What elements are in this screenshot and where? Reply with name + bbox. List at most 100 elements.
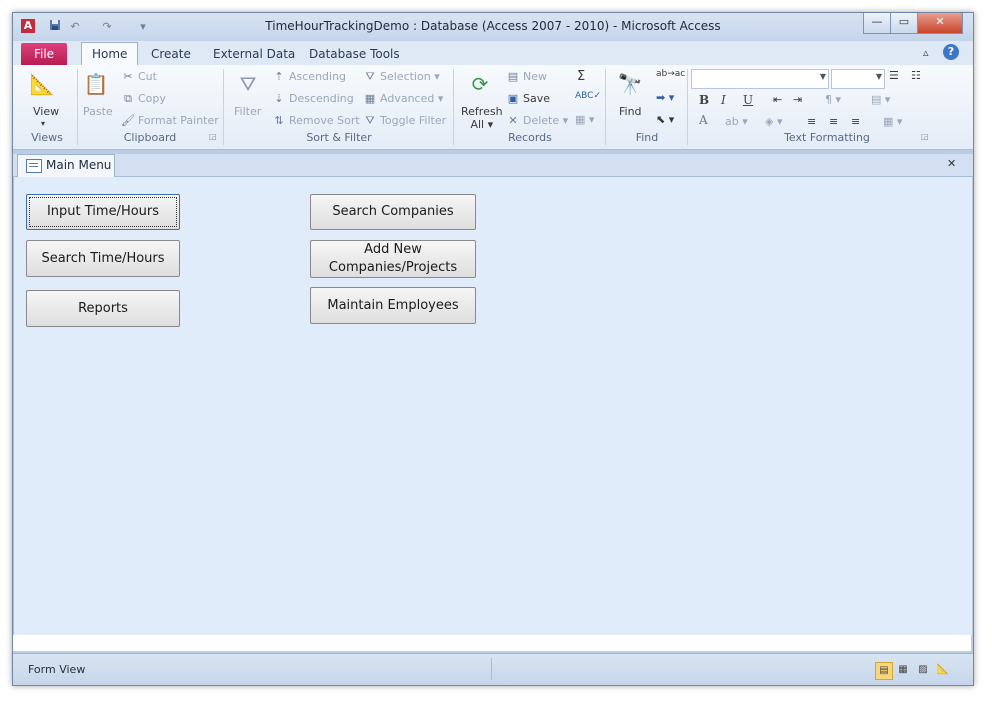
new-record-button[interactable]: ▤ New xyxy=(506,70,547,84)
select-icon[interactable]: ⬉ ▾ xyxy=(656,113,674,126)
maintain-employees-button[interactable]: Maintain Employees xyxy=(310,287,476,324)
refresh-all-button[interactable]: Refresh All ▾ xyxy=(461,105,503,131)
status-view-text: Form View xyxy=(28,663,86,676)
close-button[interactable]: ✕ xyxy=(917,13,963,34)
remove-sort-button[interactable]: ⇅ Remove Sort xyxy=(272,114,359,128)
form-view-icon[interactable]: ▤ xyxy=(875,662,893,680)
align-left-icon[interactable]: ≡ xyxy=(807,115,816,128)
filter-button[interactable]: Filter xyxy=(234,105,261,118)
minimize-ribbon-icon[interactable]: ▵ xyxy=(923,46,929,59)
tab-create[interactable]: Create xyxy=(141,43,201,65)
font-name-combo[interactable]: ▼ xyxy=(691,69,829,89)
alternate-row-icon[interactable]: ▦ ▾ xyxy=(883,115,902,128)
more-records-icon[interactable]: ▦ ▾ xyxy=(575,113,594,126)
sort-descending-icon: ⇣ xyxy=(274,92,284,105)
highlight-icon[interactable]: ab ▾ xyxy=(725,115,748,128)
tab-database-tools[interactable]: Database Tools xyxy=(299,43,410,65)
align-right-icon[interactable]: ≡ xyxy=(851,115,860,128)
toggle-filter-icon: ⛛ xyxy=(365,114,375,127)
paste-icon[interactable]: 📋 xyxy=(81,69,111,99)
align-center-icon[interactable]: ≡ xyxy=(829,115,838,128)
tab-home[interactable]: Home xyxy=(81,42,139,65)
italic-button[interactable]: I xyxy=(721,93,726,107)
binoculars-icon[interactable]: 🔭 xyxy=(615,69,645,99)
font-size-combo[interactable]: ▼ xyxy=(831,69,885,89)
layout-view-icon[interactable]: ▨ xyxy=(915,662,931,678)
group-views: Views xyxy=(31,131,63,144)
delete-icon: ✕ xyxy=(508,114,518,127)
maximize-button[interactable]: ▭ xyxy=(890,13,918,34)
window-title: TimeHourTrackingDemo : Database (Access … xyxy=(265,19,721,33)
copy-button[interactable]: ⧉ Copy xyxy=(121,92,166,106)
copy-icon: ⧉ xyxy=(124,92,132,105)
document-tabs: Main Menu ✕ xyxy=(13,154,973,177)
ribbon-home: 📐 View ▾ Views 📋 Paste ✂ Cut ⧉ Copy 🖌 Forma… xyxy=(13,65,973,150)
gridlines-icon[interactable]: ▤ ▾ xyxy=(871,93,890,106)
refresh-icon[interactable]: ⟳ xyxy=(465,69,495,99)
sort-ascending-icon: ⇡ xyxy=(274,70,284,83)
descending-button[interactable]: ⇣ Descending xyxy=(272,92,353,106)
minimize-button[interactable]: — xyxy=(863,13,891,34)
main-menu-form: Input Time/Hours Search Time/Hours Repor… xyxy=(13,177,972,635)
search-companies-button[interactable]: Search Companies xyxy=(310,194,476,230)
search-time-hours-button[interactable]: Search Time/Hours xyxy=(26,240,180,277)
advanced-button[interactable]: ▦ Advanced ▾ xyxy=(363,92,444,106)
spelling-icon[interactable]: ABC✓ xyxy=(575,91,601,101)
access-window: A ↶ ↷ ▾ TimeHourTrackingDemo : Database … xyxy=(12,12,974,686)
new-record-icon: ▤ xyxy=(507,70,519,83)
numbering-icon[interactable]: ☷ xyxy=(911,69,921,82)
remove-sort-icon: ⇅ xyxy=(274,114,284,127)
increase-indent-icon[interactable]: ⇥ xyxy=(793,93,802,106)
ribbon-tabs: File Home Create External Data Database … xyxy=(13,41,973,65)
filter-icon[interactable]: ⛛ xyxy=(233,69,263,99)
help-icon[interactable]: ? xyxy=(943,44,959,60)
view-icon[interactable]: 📐 xyxy=(27,69,57,99)
tab-main-menu[interactable]: Main Menu xyxy=(17,154,115,177)
bullets-icon[interactable]: ☰ xyxy=(889,69,899,82)
add-new-companies-projects-button[interactable]: Add New Companies/Projects xyxy=(310,240,476,278)
fill-color-icon[interactable]: ◈ ▾ xyxy=(765,115,782,128)
cut-button[interactable]: ✂ Cut xyxy=(121,70,157,84)
save-record-button[interactable]: ▣ Save xyxy=(506,92,550,106)
selection-button[interactable]: ⛛ Selection ▾ xyxy=(363,70,439,84)
delete-record-button[interactable]: ✕ Delete ▾ xyxy=(506,114,568,128)
totals-icon[interactable]: Σ xyxy=(577,69,585,84)
tab-external-data[interactable]: External Data xyxy=(203,43,305,65)
input-time-hours-button[interactable]: Input Time/Hours xyxy=(26,194,180,230)
main-menu-tab-label: Main Menu xyxy=(46,158,112,172)
toggle-filter-button[interactable]: ⛛ Toggle Filter xyxy=(363,114,446,128)
view-button[interactable]: View xyxy=(33,105,59,118)
group-find: Find xyxy=(635,131,659,144)
scissors-icon: ✂ xyxy=(123,70,133,83)
save-record-icon: ▣ xyxy=(507,92,519,105)
format-painter-button[interactable]: 🖌 Format Painter xyxy=(121,114,219,128)
replace-icon[interactable]: ab→ac xyxy=(656,69,685,79)
title-bar: A ↶ ↷ ▾ TimeHourTrackingDemo : Database … xyxy=(13,13,973,41)
brush-icon: 🖌 xyxy=(121,114,135,127)
tab-file[interactable]: File xyxy=(21,43,67,65)
design-view-icon[interactable]: 📐 xyxy=(935,662,951,678)
view-dropdown-icon[interactable]: ▾ xyxy=(41,119,45,128)
advanced-filter-icon: ▦ xyxy=(364,92,376,105)
paste-button[interactable]: Paste xyxy=(83,105,113,118)
paragraph-direction-icon[interactable]: ¶ ▾ xyxy=(825,93,841,106)
bold-button[interactable]: B xyxy=(699,93,709,107)
close-document-icon[interactable]: ✕ xyxy=(947,157,956,170)
reports-button[interactable]: Reports xyxy=(26,290,180,327)
clipboard-launcher-icon[interactable]: ◲ xyxy=(209,132,217,141)
form-icon xyxy=(26,159,42,173)
form-footer-area xyxy=(13,635,971,651)
goto-icon[interactable]: ➡ ▾ xyxy=(656,91,674,104)
group-clipboard: Clipboard xyxy=(123,131,177,144)
group-sort-filter: Sort & Filter xyxy=(306,131,372,144)
font-color-button[interactable]: A xyxy=(699,113,708,127)
status-bar: Form View ▤ ▦ ▨ 📐 xyxy=(13,653,973,685)
datasheet-view-icon[interactable]: ▦ xyxy=(895,662,911,678)
group-records: Records xyxy=(508,131,552,144)
decrease-indent-icon[interactable]: ⇤ xyxy=(773,93,782,106)
text-formatting-launcher-icon[interactable]: ◲ xyxy=(921,132,929,141)
ascending-button[interactable]: ⇡ Ascending xyxy=(272,70,346,84)
underline-button[interactable]: U xyxy=(743,93,753,107)
find-button[interactable]: Find xyxy=(619,105,642,118)
selection-icon: ⛛ xyxy=(365,70,375,83)
